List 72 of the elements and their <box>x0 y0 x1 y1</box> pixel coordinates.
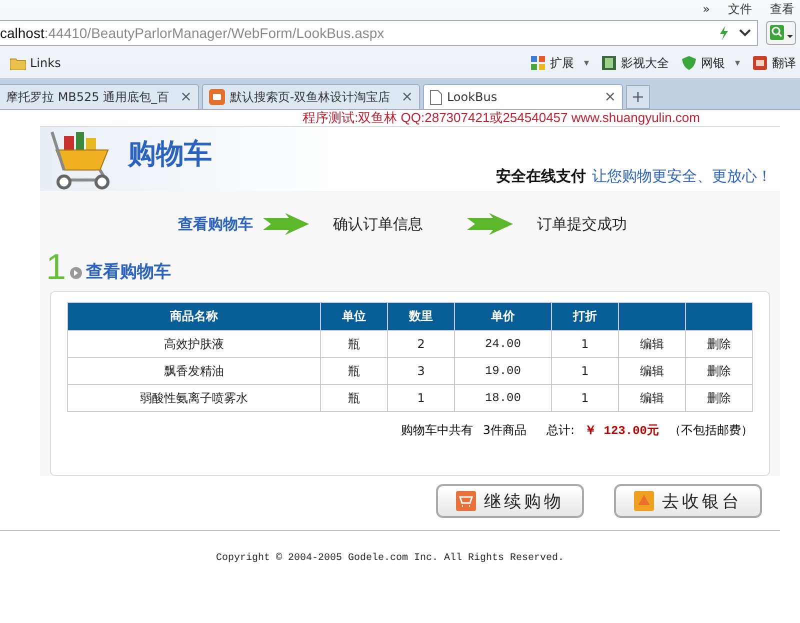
notice-text: 程序测试:双鱼林 QQ:287307421或254540457 www.shuangyulin.com <box>40 110 780 126</box>
menu-item[interactable]: » <box>702 2 710 16</box>
dropdown-icon[interactable] <box>739 29 751 37</box>
table-cell: 2 <box>388 330 455 358</box>
toolbar-button[interactable]: 网银 <box>700 54 725 72</box>
table-cell: 瓶 <box>320 384 388 412</box>
table-cell: 1 <box>551 384 618 412</box>
table-cell: 瓶 <box>320 330 388 358</box>
table-cell: 24.00 <box>454 330 552 358</box>
delete-link[interactable]: 删除 <box>706 364 731 378</box>
arrow-icon <box>467 213 513 235</box>
toolbar-button[interactable]: 影视大全 <box>620 54 669 72</box>
arrow-icon <box>263 213 309 235</box>
column-header: 单位 <box>320 302 388 330</box>
table-cell: 1 <box>551 330 618 358</box>
total-amount: ￥ 123.00元 <box>584 423 659 439</box>
table-cell: 18.00 <box>454 384 552 412</box>
shield-icon <box>680 55 697 71</box>
table-cell: 飘香发精油 <box>68 358 320 384</box>
column-header: 商品名称 <box>68 302 320 330</box>
search-icon[interactable] <box>766 21 796 45</box>
bookmark-folder[interactable]: Links <box>10 56 61 70</box>
step-number: 1 <box>46 249 66 285</box>
section-title: 查看购物车 <box>86 261 172 283</box>
lightning-icon[interactable] <box>719 26 729 40</box>
film-icon <box>600 55 617 71</box>
total-label: 总计: <box>546 422 575 439</box>
browser-tab[interactable]: 摩托罗拉 MB525 通用底包_百 × <box>0 84 199 109</box>
table-cell: 弱酸性氨离子喷雾水 <box>68 384 320 412</box>
slogan-text: 让您购物更安全、更放心！ <box>592 166 772 186</box>
url-path: :44410/BeautyParlorManager/WebForm/LookBus.aspx <box>44 25 384 41</box>
dropdown-arrow[interactable]: ▾ <box>584 58 589 68</box>
table-cell: 3 <box>388 358 455 384</box>
cart-icon <box>456 491 476 511</box>
new-tab-button[interactable]: + <box>626 85 650 109</box>
step-label: 订单提交成功 <box>537 214 628 234</box>
toolbar-button[interactable]: 扩展 <box>550 54 574 72</box>
step-label: 确认订单信息 <box>333 214 424 234</box>
edit-link[interactable]: 编辑 <box>640 390 664 404</box>
column-header: 单价 <box>454 302 552 330</box>
action-button[interactable]: 继续购物 <box>436 484 584 518</box>
copyright-text: Copyright © 2004-2005 Godele.com Inc. All Rights Reserved. <box>216 553 564 564</box>
table-cell: 1 <box>551 358 618 384</box>
arrow-bullet-icon <box>70 267 82 279</box>
cart-logo-text: 购物车 <box>128 136 212 172</box>
slogan-lead: 安全在线支付 <box>496 166 586 186</box>
toolbar-button[interactable]: 翻译 <box>772 54 796 72</box>
summary-label: 购物车中共有 <box>400 422 473 439</box>
step-label: 查看购物车 <box>178 214 253 234</box>
page-icon <box>430 90 442 104</box>
action-button[interactable]: 去收银台 <box>614 484 762 518</box>
folder-icon <box>10 56 26 70</box>
dropdown-arrow[interactable]: ▾ <box>734 58 740 68</box>
menu-item[interactable]: 文件 <box>728 0 752 18</box>
edit-link[interactable]: 编辑 <box>640 364 664 378</box>
column-header: 数里 <box>388 302 455 330</box>
table-cell: 瓶 <box>320 358 388 384</box>
table-cell: 1 <box>388 384 455 412</box>
table-cell: 高效护肤液 <box>68 330 320 358</box>
delete-link[interactable]: 删除 <box>706 390 731 404</box>
delete-link[interactable]: 删除 <box>706 336 731 350</box>
shipping-note: （不包括邮费） <box>669 422 753 439</box>
edit-link[interactable]: 编辑 <box>640 336 664 350</box>
url-host: calhost <box>0 25 44 41</box>
grid-icon <box>530 55 546 71</box>
table-cell: 19.00 <box>454 358 552 384</box>
menu-item[interactable]: 查看 <box>770 0 794 18</box>
browser-tab[interactable]: 默认搜索页-双鱼林设计淘宝店 × <box>202 84 420 109</box>
item-count: 3件商品 <box>482 422 527 439</box>
browser-tab[interactable]: LookBus × <box>422 84 623 109</box>
address-field[interactable]: calhost:44410/BeautyParlorManager/WebForm/LookBus.aspx <box>0 20 758 46</box>
column-header: 打折 <box>551 302 618 330</box>
